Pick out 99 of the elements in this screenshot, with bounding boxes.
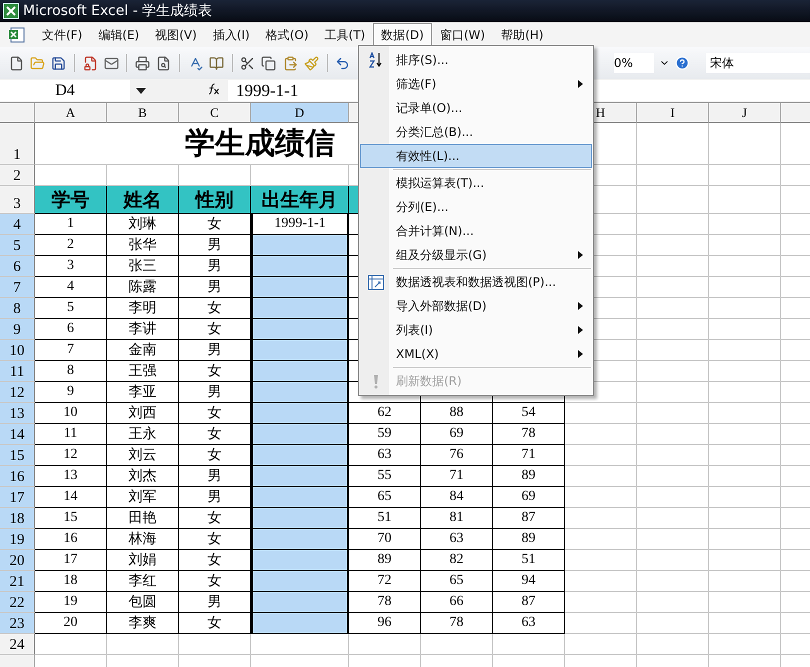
table-cell: 94 <box>493 571 565 592</box>
table-cell: 5 <box>35 298 107 319</box>
table-cell: 2 <box>35 235 107 256</box>
table-cell: 刘军 <box>107 487 179 508</box>
table-cell: 78 <box>349 592 421 613</box>
table-cell: 男 <box>179 466 251 487</box>
table-cell: 女 <box>179 445 251 466</box>
table-cell: 刘琳 <box>107 214 179 235</box>
table-cell: 78 <box>493 424 565 445</box>
column-title: 学号 <box>35 186 107 214</box>
table-cell: 女 <box>179 214 251 235</box>
table-cell: 55 <box>349 466 421 487</box>
table-cell: 张华 <box>107 235 179 256</box>
table-cell: 金南 <box>107 340 179 361</box>
table-cell: 李明 <box>107 298 179 319</box>
table-cell: 82 <box>421 550 493 571</box>
table-cell: 女 <box>179 550 251 571</box>
table-cell: 71 <box>421 466 493 487</box>
table-cell: 女 <box>179 529 251 550</box>
table-cell: 76 <box>421 445 493 466</box>
table-cell: 田艳 <box>107 508 179 529</box>
table-cell: 男 <box>179 340 251 361</box>
table-cell: 59 <box>349 424 421 445</box>
table-cell: 89 <box>493 466 565 487</box>
table-cell: 63 <box>349 445 421 466</box>
table-cell: 63 <box>493 613 565 634</box>
table-cell: 89 <box>349 550 421 571</box>
table-cell: 78 <box>421 613 493 634</box>
table-cell: 男 <box>179 487 251 508</box>
table-cell: 女 <box>179 424 251 445</box>
table-cell: 女 <box>179 403 251 424</box>
table-cell: 林海 <box>107 529 179 550</box>
table-cell: 71 <box>493 445 565 466</box>
table-cell: 李爽 <box>107 613 179 634</box>
table-cell: 54 <box>493 403 565 424</box>
table-cell: 70 <box>349 529 421 550</box>
table-cell: 87 <box>493 592 565 613</box>
table-cell: 李讲 <box>107 319 179 340</box>
table-cell: 女 <box>179 298 251 319</box>
table-cell: 16 <box>35 529 107 550</box>
window-title: Microsoft Excel - 学生成绩表 <box>23 2 212 20</box>
table-cell: 男 <box>179 256 251 277</box>
table-cell: 66 <box>421 592 493 613</box>
table-cell: 88 <box>421 403 493 424</box>
table-cell: 65 <box>349 487 421 508</box>
table-cell: 王永 <box>107 424 179 445</box>
table-cell: 10 <box>35 403 107 424</box>
table-cell: 李红 <box>107 571 179 592</box>
table-cell: 刘杰 <box>107 466 179 487</box>
table-cell: 12 <box>35 445 107 466</box>
table-cell: 17 <box>35 550 107 571</box>
table-cell: 男 <box>179 382 251 403</box>
table-cell: 刘娟 <box>107 550 179 571</box>
table-cell: 69 <box>421 424 493 445</box>
table-cell: 51 <box>349 508 421 529</box>
table-cell: 63 <box>421 529 493 550</box>
table-cell: 65 <box>421 571 493 592</box>
table-cell: 女 <box>179 571 251 592</box>
table-cell: 张三 <box>107 256 179 277</box>
table-cell: 87 <box>493 508 565 529</box>
table-cell: 11 <box>35 424 107 445</box>
table-cell: 李亚 <box>107 382 179 403</box>
table-cell: 6 <box>35 319 107 340</box>
table-cell: 20 <box>35 613 107 634</box>
table-cell: 19 <box>35 592 107 613</box>
table-cell: 王强 <box>107 361 179 382</box>
table-cell: 18 <box>35 571 107 592</box>
table-cell: 62 <box>349 403 421 424</box>
table-cell: 女 <box>179 361 251 382</box>
table-cell: 女 <box>179 613 251 634</box>
table-cell: 7 <box>35 340 107 361</box>
table-cell: 15 <box>35 508 107 529</box>
table-cell: 女 <box>179 319 251 340</box>
table-cell: 男 <box>179 592 251 613</box>
table-cell: 1999-1-1 <box>251 214 349 235</box>
table-cell: 1 <box>35 214 107 235</box>
table-cell: 刘云 <box>107 445 179 466</box>
table-cell: 男 <box>179 277 251 298</box>
table-cell: 刘西 <box>107 403 179 424</box>
table-cell: 69 <box>493 487 565 508</box>
table-cell: 8 <box>35 361 107 382</box>
column-title: 性别 <box>179 186 251 214</box>
table-cell: 男 <box>179 235 251 256</box>
table-cell: 51 <box>493 550 565 571</box>
table-cell: 陈露 <box>107 277 179 298</box>
column-title: 姓名 <box>107 186 179 214</box>
table-cell: 9 <box>35 382 107 403</box>
column-title: 出生年月 <box>251 186 349 214</box>
table-cell: 4 <box>35 277 107 298</box>
table-cell: 13 <box>35 466 107 487</box>
table-cell: 84 <box>421 487 493 508</box>
table-cell: 81 <box>421 508 493 529</box>
table-cell: 女 <box>179 508 251 529</box>
table-cell: 3 <box>35 256 107 277</box>
table-cell: 14 <box>35 487 107 508</box>
table-cell: 包圆 <box>107 592 179 613</box>
table-cell: 72 <box>349 571 421 592</box>
table-cell: 96 <box>349 613 421 634</box>
table-cell: 89 <box>493 529 565 550</box>
